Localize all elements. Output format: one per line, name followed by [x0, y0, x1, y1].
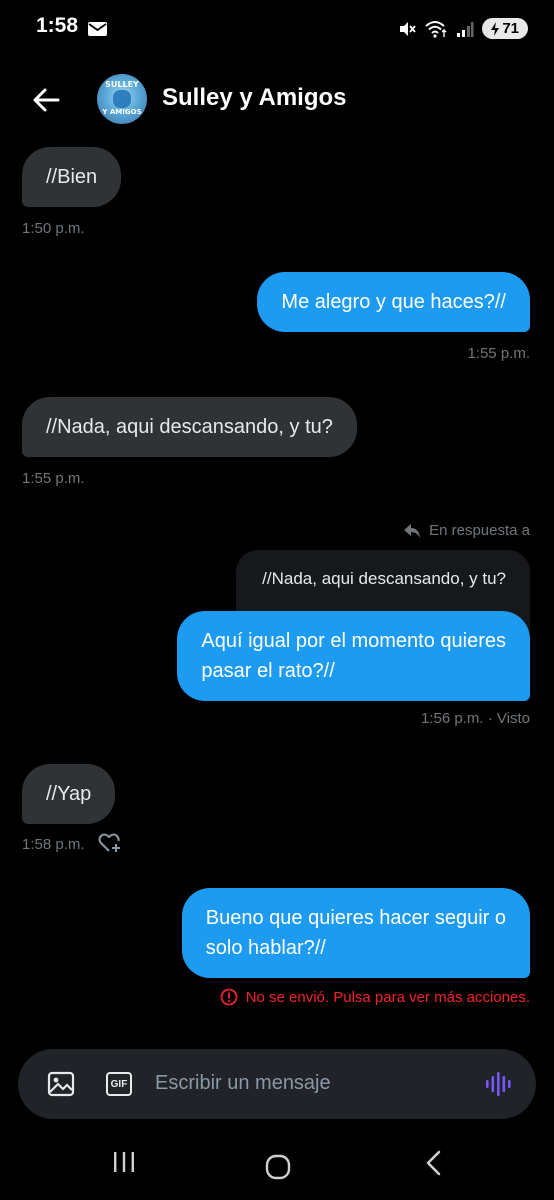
wifi-icon	[425, 20, 447, 38]
incoming-message[interactable]: //Yap	[22, 764, 116, 824]
incoming-message[interactable]: //Nada, aqui descansando, y tu?	[22, 397, 357, 457]
reply-label-text: En respuesta a	[429, 522, 530, 539]
image-icon[interactable]	[47, 1071, 75, 1097]
reply-label: En respuesta a	[403, 522, 530, 539]
avatar-text-top: SULLEY	[105, 80, 139, 89]
message-time: 1:55 p.m.	[467, 345, 530, 362]
outgoing-message[interactable]: Me alegro y que haces?//	[257, 272, 530, 332]
battery-level: 71	[502, 20, 519, 37]
group-avatar[interactable]: SULLEY Y AMIGOS	[97, 74, 147, 124]
nav-back-icon[interactable]	[424, 1150, 444, 1176]
add-reaction-icon[interactable]	[98, 832, 122, 854]
message-line: Bueno que quieres hacer seguir o	[205, 907, 506, 929]
send-error[interactable]: No se envió. Pulsa para ver más acciones…	[220, 988, 530, 1006]
message-line: pasar el rato?//	[201, 660, 335, 682]
gif-button[interactable]: GIF	[106, 1072, 132, 1096]
voice-message-icon[interactable]	[484, 1070, 512, 1098]
message-line: Aquí igual por el momento quieres	[201, 630, 506, 652]
status-time: 1:58	[36, 14, 79, 37]
message-time-seen: 1:56 p.m. · Visto	[421, 710, 530, 727]
message-time: 1:58 p.m.	[22, 836, 85, 853]
mail-icon	[88, 22, 107, 36]
back-arrow-icon[interactable]	[30, 84, 62, 116]
mute-icon	[400, 21, 417, 36]
error-icon	[220, 988, 238, 1006]
recent-apps-icon[interactable]	[112, 1150, 136, 1174]
charging-icon	[491, 21, 500, 36]
message-time: 1:55 p.m.	[22, 470, 85, 487]
battery-indicator: 71	[482, 18, 528, 39]
message-line: solo hablar?//	[205, 937, 326, 959]
outgoing-message[interactable]: Bueno que quieres hacer seguir o solo ha…	[181, 888, 530, 978]
send-error-text: No se envió. Pulsa para ver más acciones…	[245, 988, 530, 1006]
message-composer: GIF Escribir un mensaje	[18, 1049, 536, 1119]
incoming-message[interactable]: //Bien	[22, 147, 122, 207]
message-time: 1:50 p.m.	[22, 220, 85, 237]
conversation-title[interactable]: Sulley y Amigos	[162, 84, 347, 112]
home-icon[interactable]	[265, 1154, 291, 1180]
status-icons: 71	[398, 18, 528, 39]
avatar-text-bottom: Y AMIGOS	[102, 108, 142, 116]
signal-icon	[457, 21, 474, 37]
outgoing-message[interactable]: Aquí igual por el momento quieres pasar …	[177, 611, 530, 701]
reply-icon	[404, 523, 421, 538]
message-input[interactable]: Escribir un mensaje	[155, 1072, 331, 1095]
